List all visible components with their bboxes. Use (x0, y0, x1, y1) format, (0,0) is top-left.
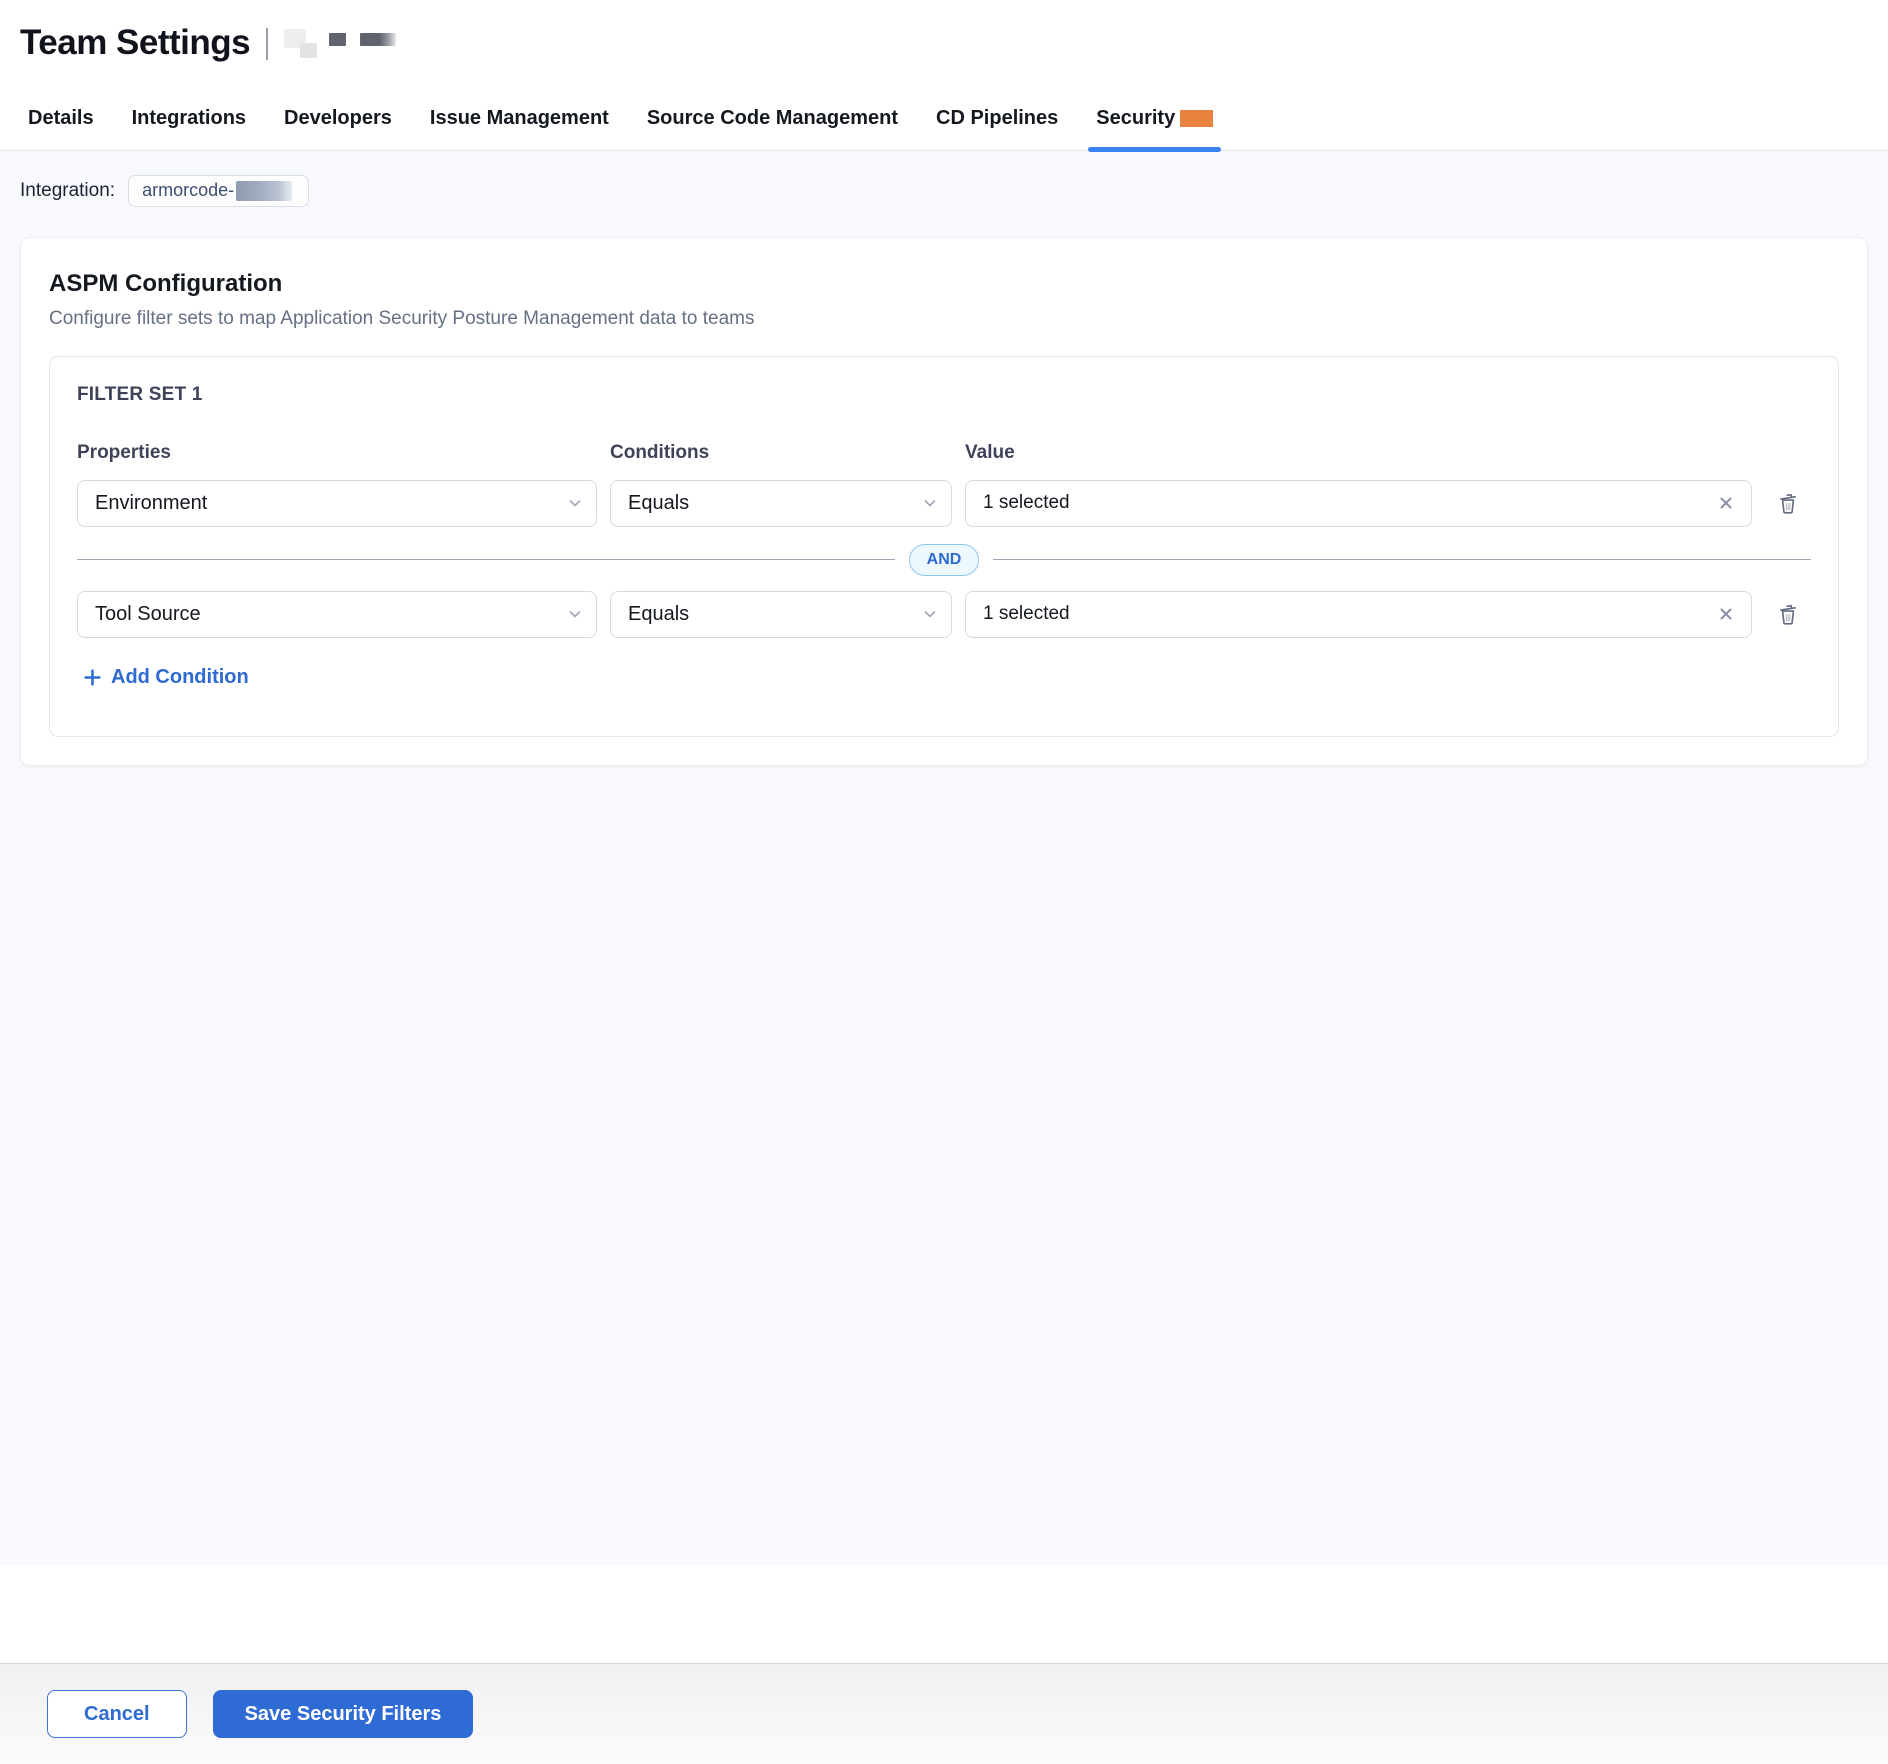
plus-icon (83, 668, 102, 687)
chevron-down-icon (922, 606, 938, 622)
tab-integrations[interactable]: Integrations (132, 107, 246, 150)
page-title: Team Settings (20, 24, 250, 63)
column-header-conditions: Conditions (610, 442, 952, 464)
tab-cd-pipelines[interactable]: CD Pipelines (936, 107, 1058, 150)
column-header-value: Value (965, 442, 1752, 464)
tab-developers[interactable]: Developers (284, 107, 392, 150)
tab-security[interactable]: Security (1096, 107, 1213, 150)
filter-row: Environment Equals 1 selected (77, 480, 1811, 527)
and-connector-row: AND (77, 544, 1811, 576)
and-connector-pill[interactable]: AND (909, 544, 980, 576)
tab-details[interactable]: Details (28, 107, 94, 150)
condition-select[interactable]: Equals (610, 591, 952, 638)
aspm-configuration-card: ASPM Configuration Configure filter sets… (20, 237, 1868, 766)
value-multiselect[interactable]: 1 selected (965, 480, 1752, 527)
divider-line (77, 559, 895, 561)
aspm-subtitle: Configure filter sets to map Application… (49, 308, 1839, 330)
value-multiselect[interactable]: 1 selected (965, 591, 1752, 638)
property-select[interactable]: Environment (77, 480, 597, 527)
chevron-down-icon (567, 606, 583, 622)
cancel-button[interactable]: Cancel (47, 1690, 187, 1738)
integration-label: Integration: (20, 180, 115, 202)
redacted-badge (1180, 110, 1213, 127)
filter-row: Tool Source Equals 1 selected (77, 591, 1811, 638)
page-header: Team Settings (0, 0, 1888, 63)
aspm-title: ASPM Configuration (49, 270, 1839, 298)
redacted-text-block (236, 181, 292, 201)
filter-set-title: FILTER SET 1 (77, 384, 1811, 406)
main-content: Integration: armorcode- ASPM Configurati… (0, 151, 1888, 1566)
clear-value-icon[interactable] (1715, 492, 1737, 514)
tab-issue-management[interactable]: Issue Management (430, 107, 609, 150)
chevron-down-icon (922, 495, 938, 511)
divider-line (993, 559, 1811, 561)
filter-column-headers: Properties Conditions Value (77, 442, 1811, 464)
column-header-properties: Properties (77, 442, 597, 464)
redacted-text-block (360, 33, 396, 46)
tab-bar: Details Integrations Developers Issue Ma… (0, 63, 1888, 151)
trash-icon (1775, 601, 1801, 627)
trash-icon (1775, 490, 1801, 516)
clear-value-icon[interactable] (1715, 603, 1737, 625)
integration-value: armorcode- (142, 180, 234, 201)
content-spacer (0, 1566, 1888, 1664)
title-separator (266, 28, 268, 60)
delete-condition-button[interactable] (1765, 594, 1811, 634)
save-security-filters-button[interactable]: Save Security Filters (213, 1690, 474, 1738)
filter-set-1: FILTER SET 1 Properties Conditions Value… (49, 356, 1839, 737)
redacted-text-block (329, 33, 346, 46)
condition-select[interactable]: Equals (610, 480, 952, 527)
tab-source-code-management[interactable]: Source Code Management (647, 107, 898, 150)
redacted-text-block (300, 43, 317, 58)
integration-row: Integration: armorcode- (20, 175, 1868, 207)
property-select[interactable]: Tool Source (77, 591, 597, 638)
integration-chip[interactable]: armorcode- (128, 175, 309, 207)
chevron-down-icon (567, 495, 583, 511)
delete-condition-button[interactable] (1765, 483, 1811, 523)
add-condition-button[interactable]: Add Condition (77, 666, 249, 689)
footer-action-bar: Cancel Save Security Filters (0, 1663, 1888, 1764)
title-row: Team Settings (20, 24, 1868, 63)
